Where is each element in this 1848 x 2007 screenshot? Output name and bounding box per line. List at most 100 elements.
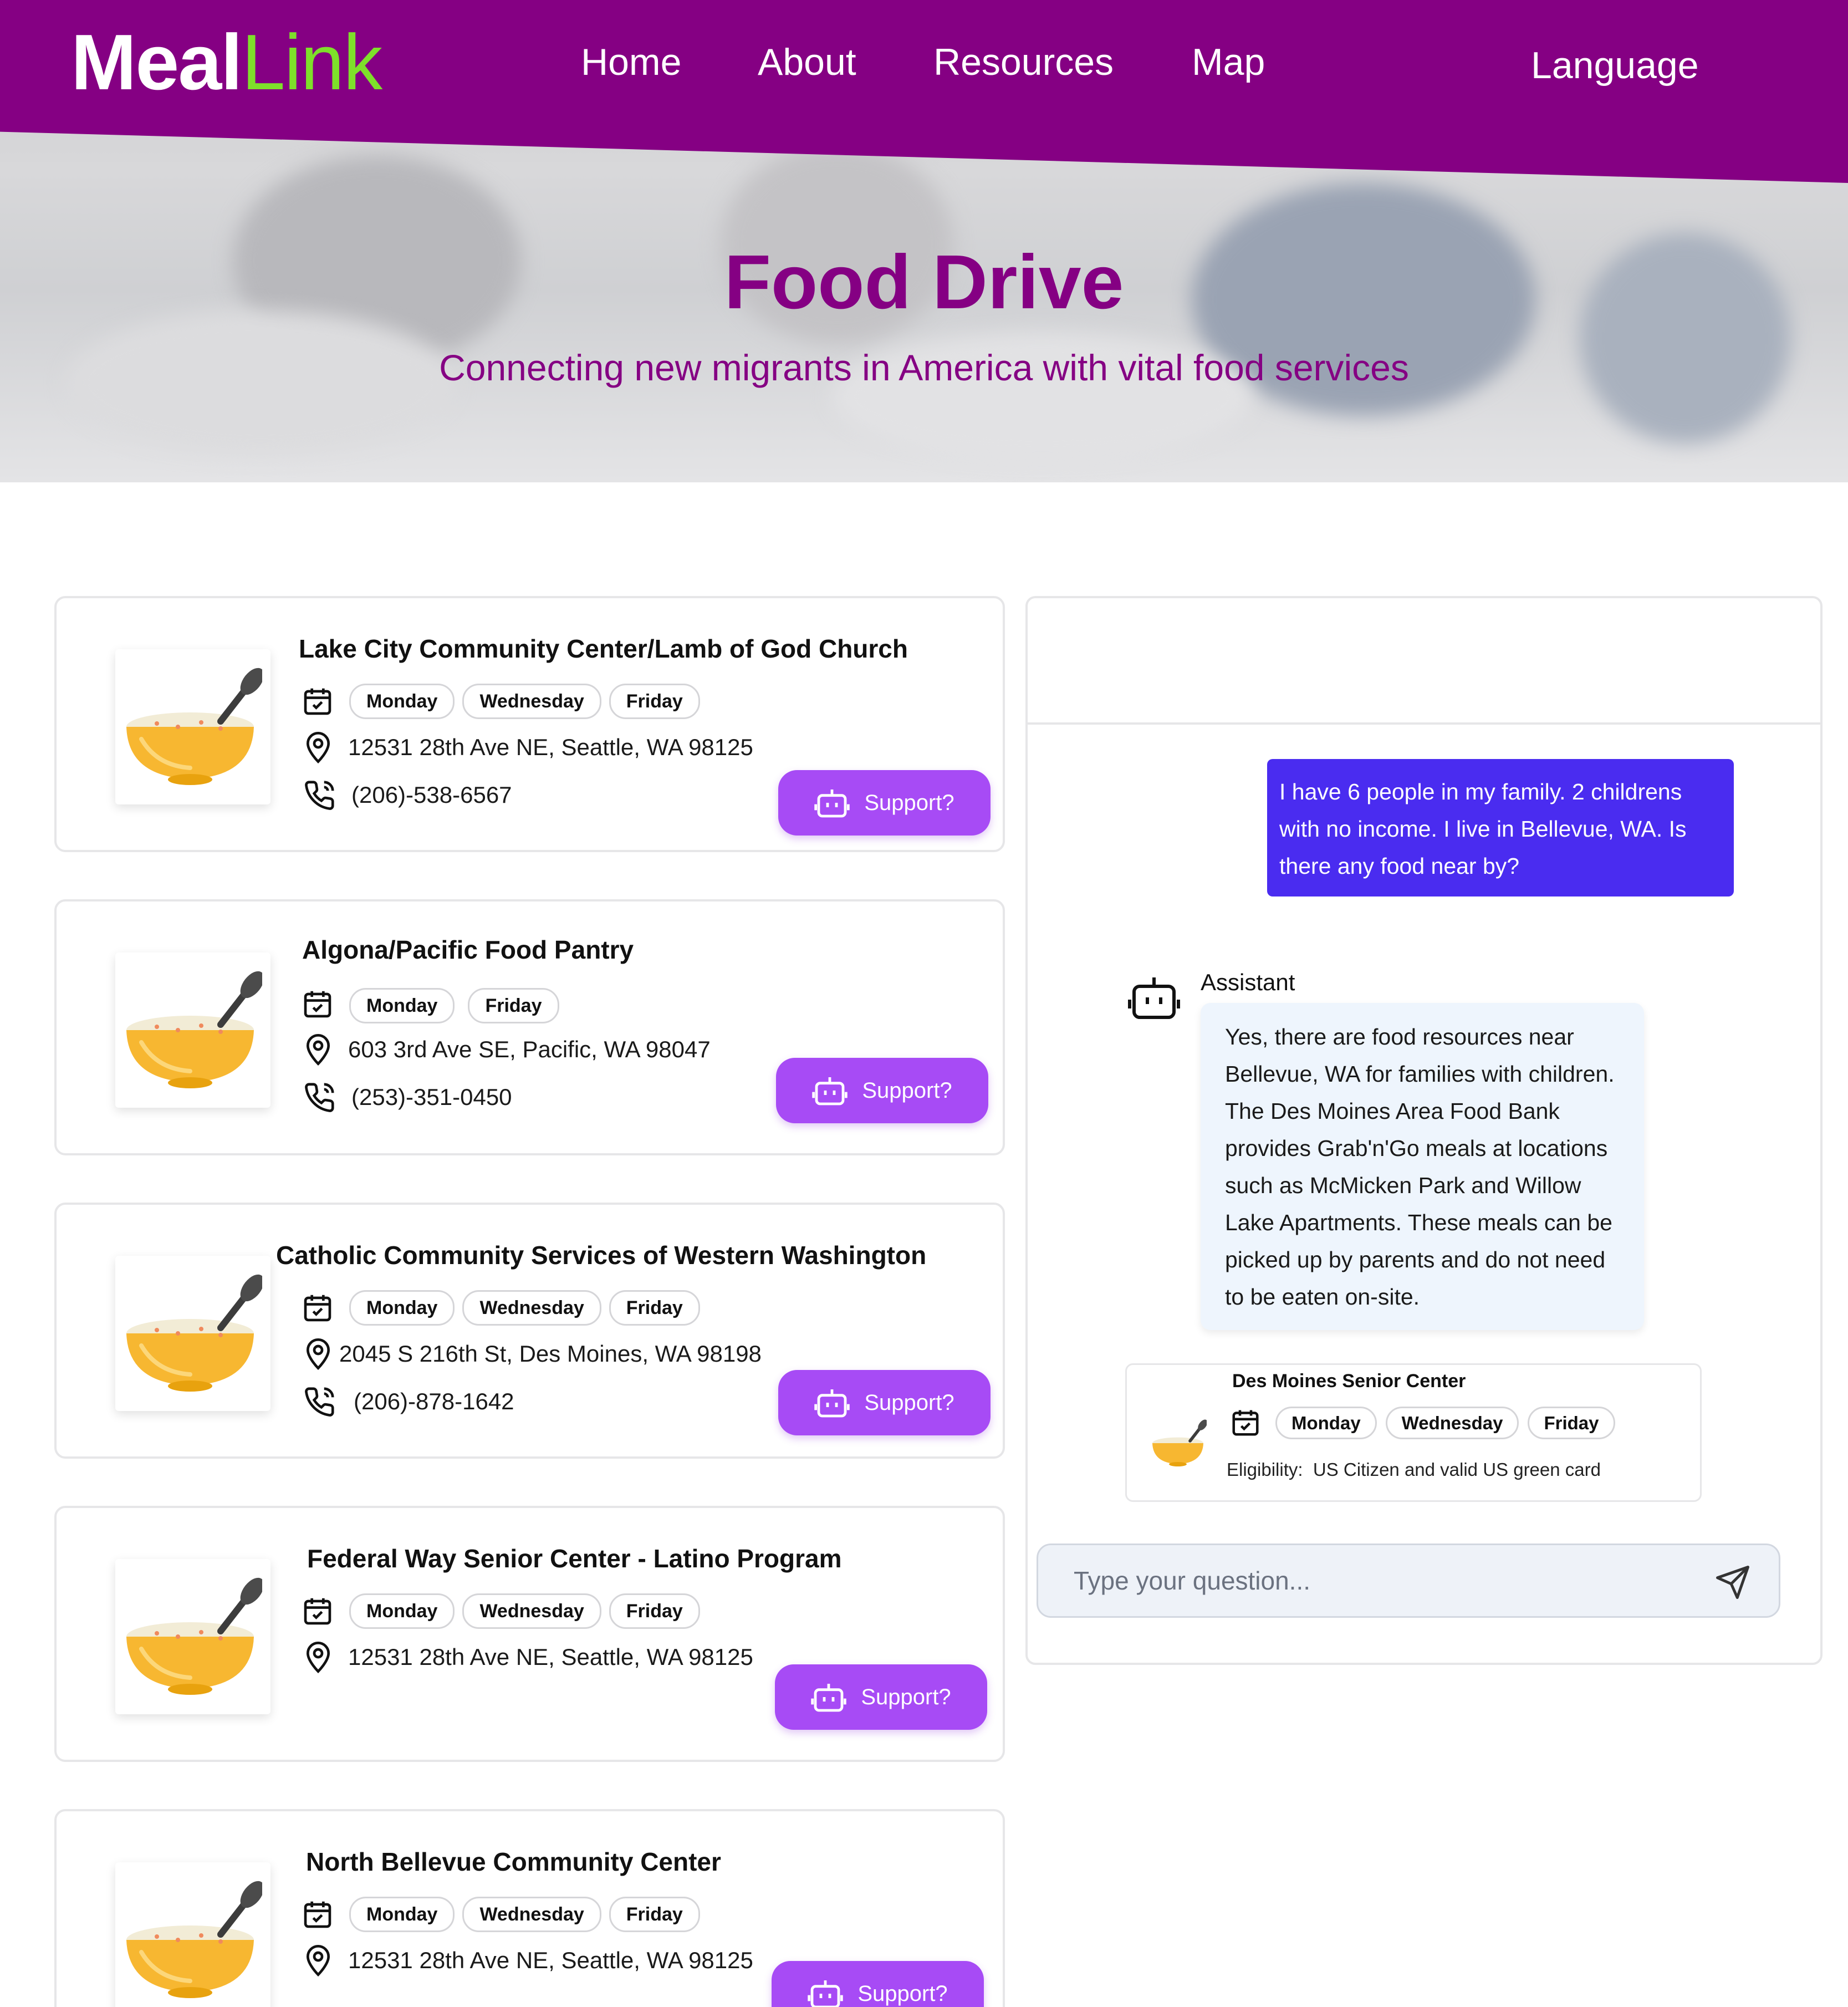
card-title: Algona/Pacific Food Pantry	[302, 935, 634, 964]
day-chip: Friday	[468, 988, 559, 1023]
calendar-check-icon	[300, 1897, 335, 1932]
calendar-check-icon	[1229, 1406, 1262, 1439]
day-chip: Wednesday	[462, 684, 601, 719]
card-title: Federal Way Senior Center - Latino Progr…	[307, 1544, 842, 1573]
address-text: 12531 28th Ave NE, Seattle, WA 98125	[348, 1947, 753, 1973]
assistant-label: Assistant	[1201, 969, 1295, 995]
robot-icon	[814, 1386, 850, 1419]
day-chip: Monday	[349, 1593, 455, 1629]
nav-language[interactable]: Language	[1531, 47, 1699, 84]
card-title: North Bellevue Community Center	[306, 1847, 721, 1876]
card-title: Catholic Community Services of Western W…	[276, 1241, 927, 1270]
robot-icon	[1127, 973, 1181, 1025]
card-title: Lake City Community Center/Lamb of God C…	[299, 634, 908, 663]
map-pin-icon	[303, 1032, 334, 1067]
nav-map[interactable]: Map	[1192, 43, 1265, 81]
phone-row: (206)-538-6567	[303, 778, 512, 812]
schedule-row: Monday Wednesday Friday	[1229, 1406, 1624, 1439]
phone-text[interactable]: (206)-878-1642	[354, 1390, 514, 1413]
page-subtitle: Connecting new migrants in America with …	[439, 347, 1409, 388]
support-button-label: Support?	[861, 1684, 951, 1709]
resource-card: North Bellevue Community Center Monday We…	[54, 1809, 1005, 2007]
phone-row: (253)-351-0450	[303, 1080, 512, 1114]
address-row: 603 3rd Ave SE, Pacific, WA 98047	[303, 1032, 711, 1067]
soup-bowl-icon	[115, 649, 270, 804]
send-icon[interactable]	[1714, 1564, 1751, 1603]
support-button[interactable]: Support?	[775, 1664, 987, 1730]
robot-icon	[808, 1977, 844, 2007]
calendar-check-icon	[300, 1594, 335, 1628]
schedule-row: Monday Wednesday Friday	[300, 1897, 708, 1932]
support-button-label: Support?	[857, 1981, 948, 2006]
eligibility-value: US Citizen and valid US green card	[1313, 1459, 1601, 1480]
calendar-check-icon	[300, 1291, 335, 1325]
phone-text[interactable]: (206)-538-6567	[351, 783, 512, 807]
support-button-label: Support?	[862, 1078, 952, 1103]
day-chip: Friday	[609, 1593, 700, 1629]
soup-bowl-icon	[115, 1256, 270, 1411]
schedule-row: Monday Friday	[300, 985, 567, 1023]
support-button-label: Support?	[864, 790, 954, 815]
resource-card: Catholic Community Services of Western W…	[54, 1203, 1005, 1459]
address-text: 12531 28th Ave NE, Seattle, WA 98125	[348, 734, 753, 760]
nav-home[interactable]: Home	[581, 43, 681, 81]
nav-resources[interactable]: Resources	[933, 43, 1114, 81]
day-chip: Monday	[349, 988, 455, 1023]
resource-card: Algona/Pacific Food Pantry Monday Friday …	[54, 899, 1005, 1155]
day-chip: Wednesday	[462, 1593, 601, 1629]
nav-about[interactable]: About	[758, 43, 856, 81]
day-chip: Friday	[609, 684, 700, 719]
schedule-row: Monday Wednesday Friday	[300, 1290, 708, 1326]
soup-bowl-icon	[1151, 1418, 1208, 1471]
support-button[interactable]: Support?	[778, 1370, 991, 1435]
day-chip: Monday	[1275, 1406, 1377, 1439]
map-pin-icon	[303, 1943, 334, 1978]
phone-call-icon	[303, 1384, 337, 1419]
eligibility-text: Eligibility: US Citizen and valid US gre…	[1227, 1460, 1601, 1479]
robot-icon	[812, 1074, 848, 1107]
address-text: 12531 28th Ave NE, Seattle, WA 98125	[348, 1644, 753, 1670]
robot-icon	[814, 786, 850, 819]
resource-card: Lake City Community Center/Lamb of God C…	[54, 596, 1005, 852]
day-chip: Monday	[349, 1897, 455, 1932]
phone-call-icon	[303, 778, 337, 812]
day-chip: Wednesday	[1385, 1406, 1519, 1439]
address-text: 603 3rd Ave SE, Pacific, WA 98047	[348, 1036, 711, 1062]
chat-header	[1028, 598, 1820, 725]
logo-text-meal: Meal	[71, 18, 243, 106]
phone-text[interactable]: (253)-351-0450	[351, 1086, 512, 1109]
map-pin-icon	[303, 1640, 334, 1674]
support-button[interactable]: Support?	[778, 770, 991, 836]
phone-row: (206)-878-1642	[303, 1384, 514, 1419]
phone-call-icon	[303, 1080, 337, 1114]
chat-question-input[interactable]	[1038, 1545, 1703, 1616]
page-title: Food Drive	[724, 240, 1124, 325]
address-row: 12531 28th Ave NE, Seattle, WA 98125	[303, 1943, 753, 1978]
support-button[interactable]: Support?	[772, 1961, 984, 2007]
map-pin-icon	[303, 1337, 334, 1371]
address-text: 2045 S 216th St, Des Moines, WA 98198	[339, 1341, 762, 1367]
map-pin-icon	[303, 730, 334, 765]
assistant-message-bubble: Yes, there are food resources near Belle…	[1201, 1003, 1644, 1330]
day-chip: Wednesday	[462, 1897, 601, 1932]
suggested-resource-card[interactable]: Des Moines Senior Center Monday Wednesday…	[1125, 1363, 1702, 1502]
logo-text-link: Link	[241, 18, 382, 106]
support-button[interactable]: Support?	[776, 1058, 988, 1123]
chat-panel: I have 6 people in my family. 2 children…	[1025, 596, 1823, 1665]
soup-bowl-icon	[115, 1862, 270, 2007]
eligibility-label: Eligibility:	[1227, 1459, 1303, 1480]
calendar-check-icon	[300, 987, 335, 1021]
schedule-row: Monday Wednesday Friday	[300, 1593, 708, 1629]
address-row: 12531 28th Ave NE, Seattle, WA 98125	[303, 730, 753, 765]
day-chip: Friday	[609, 1290, 700, 1326]
day-chip: Friday	[1528, 1406, 1615, 1439]
chat-input-container	[1037, 1544, 1780, 1618]
soup-bowl-icon	[115, 952, 270, 1108]
site-logo[interactable]: MealLink	[71, 23, 382, 102]
address-row: 2045 S 216th St, Des Moines, WA 98198	[303, 1337, 762, 1371]
day-chip: Friday	[609, 1897, 700, 1932]
hero-banner: MealLink Home About Resources Map Langua…	[0, 0, 1848, 482]
robot-icon	[811, 1680, 847, 1714]
day-chip: Wednesday	[462, 1290, 601, 1326]
calendar-check-icon	[300, 684, 335, 719]
